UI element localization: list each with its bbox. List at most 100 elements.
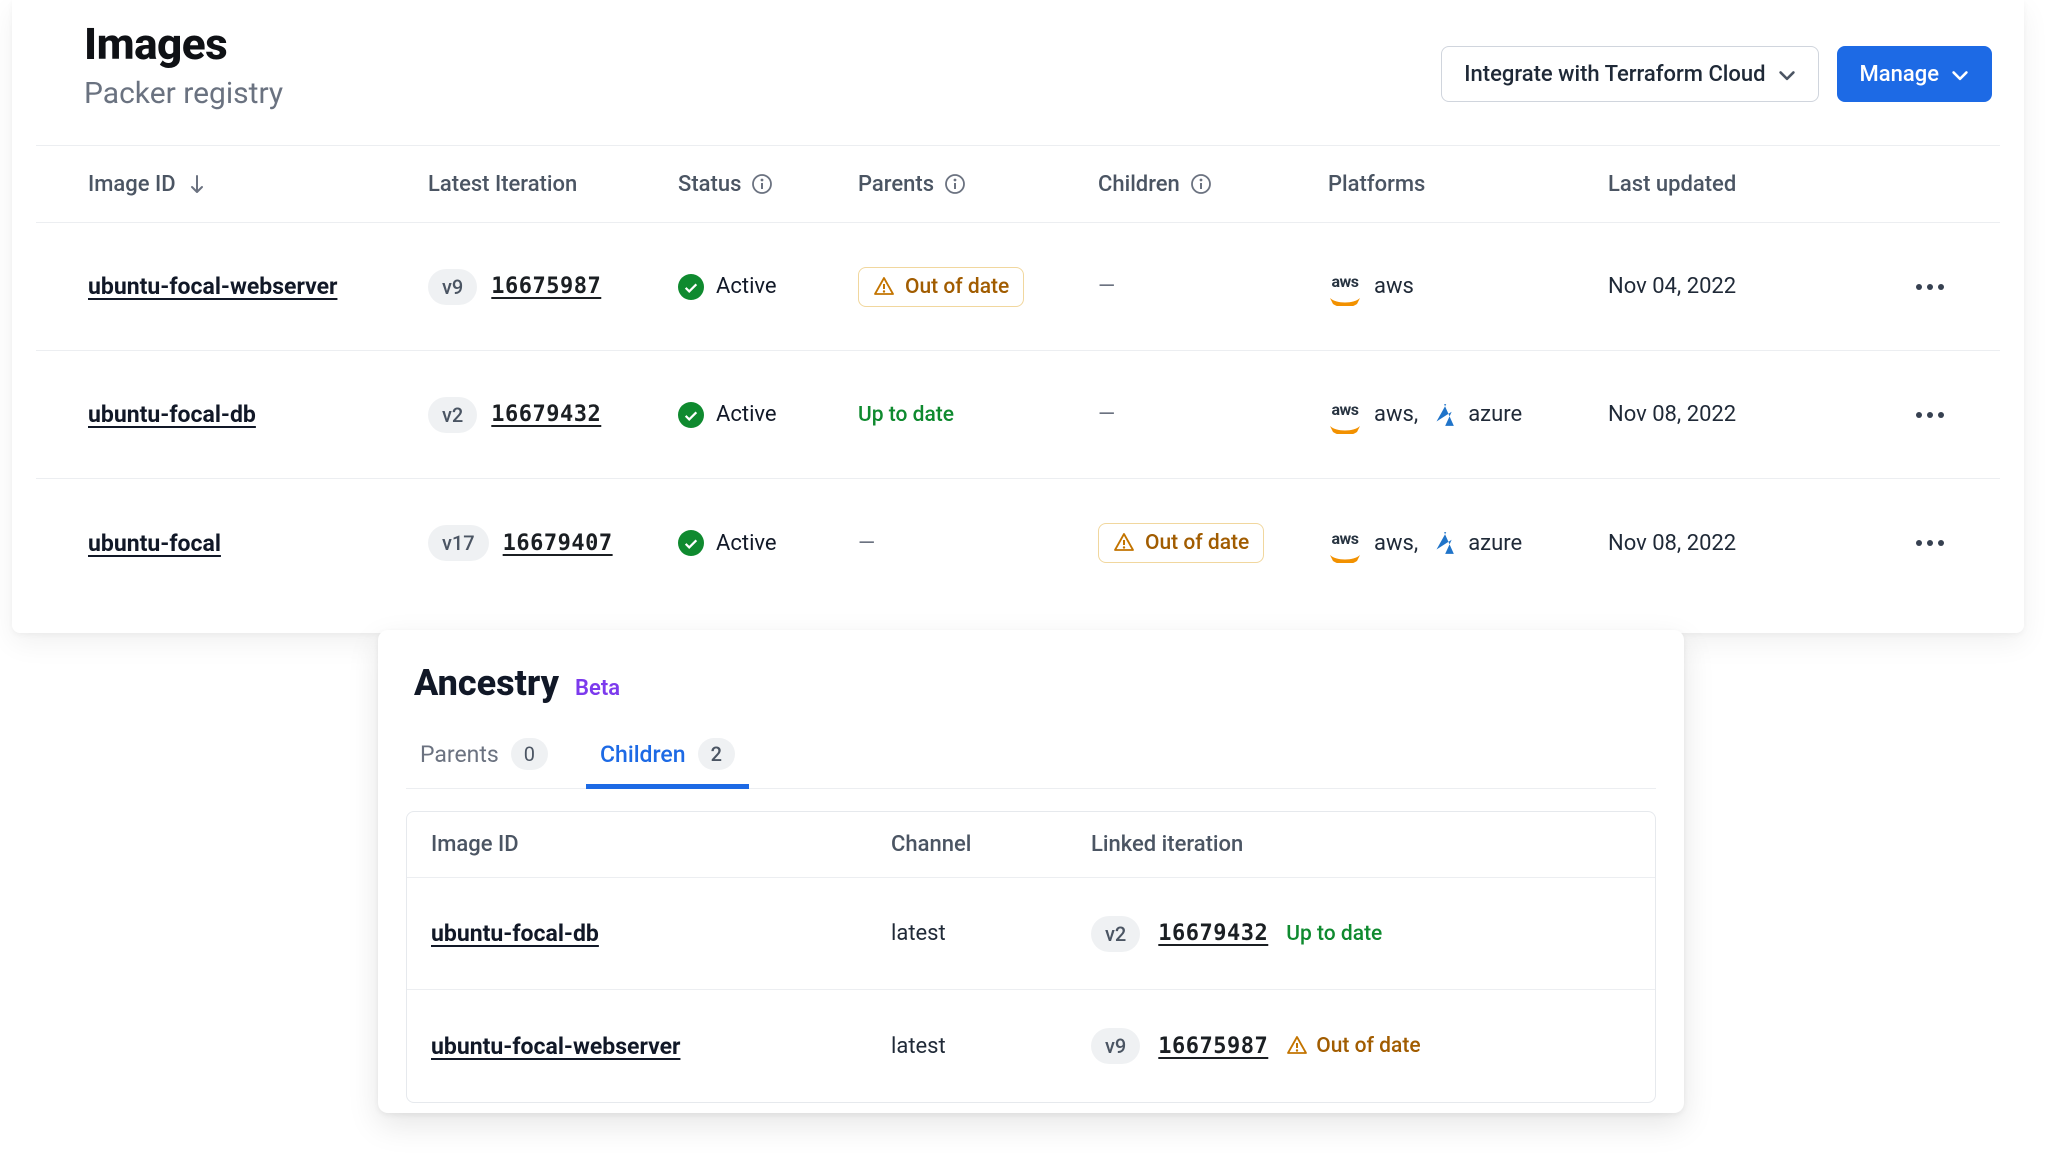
anc-col-linked: Linked iteration — [1091, 832, 1631, 857]
iteration-link[interactable]: 16675987 — [491, 274, 601, 299]
parents-count: 0 — [511, 738, 548, 770]
channel-cell: latest — [891, 921, 1091, 946]
children-cell: — — [1098, 402, 1328, 427]
col-status[interactable]: Status — [678, 172, 858, 197]
check-circle-icon — [678, 274, 704, 300]
row-actions-button[interactable] — [1912, 269, 1948, 305]
ancestry-row: ubuntu-focal-db latest v2 16679432 Up to… — [407, 878, 1655, 990]
info-icon[interactable] — [1190, 173, 1212, 195]
empty-dash: — — [1098, 402, 1115, 427]
alert-triangle-icon — [1286, 1035, 1308, 1057]
iteration-link[interactable]: 16675987 — [1158, 1034, 1268, 1059]
table-row: ubuntu-focal v17 16679407 Active — Out o… — [36, 479, 2000, 607]
out-of-date-badge: Out of date — [858, 267, 1024, 307]
row-actions-button[interactable] — [1912, 525, 1948, 561]
children-cell: — — [1098, 274, 1328, 299]
col-platforms[interactable]: Platforms — [1328, 172, 1608, 197]
col-parents[interactable]: Parents — [858, 172, 1098, 197]
version-pill: v17 — [428, 525, 489, 561]
header-actions: Integrate with Terraform Cloud Manage — [1441, 46, 1992, 102]
parents-cell: — — [858, 531, 1098, 556]
status-cell: Active — [678, 530, 858, 556]
col-children[interactable]: Children — [1098, 172, 1328, 197]
platforms-cell: aws aws — [1328, 274, 1608, 299]
empty-dash: — — [1098, 274, 1115, 299]
last-updated-cell: Nov 08, 2022 — [1608, 531, 1868, 556]
check-circle-icon — [678, 530, 704, 556]
manage-label: Manage — [1860, 62, 1939, 87]
col-image-id[interactable]: Image ID — [88, 172, 428, 197]
aws-icon: aws — [1328, 402, 1362, 427]
last-updated-cell: Nov 04, 2022 — [1608, 274, 1868, 299]
beta-badge: Beta — [575, 676, 620, 701]
ancestry-title: Ancestry — [414, 662, 559, 704]
status-cell: Active — [678, 402, 858, 428]
anc-col-image-id: Image ID — [431, 832, 891, 857]
title-block: Images Packer registry — [84, 18, 283, 111]
col-latest-iteration[interactable]: Latest Iteration — [428, 172, 678, 197]
version-pill: v2 — [428, 397, 477, 433]
col-last-updated[interactable]: Last updated — [1608, 172, 1868, 197]
iteration-link[interactable]: 16679407 — [503, 531, 613, 556]
manage-button[interactable]: Manage — [1837, 46, 1992, 102]
page-header: Images Packer registry Integrate with Te… — [12, 10, 2024, 145]
version-pill: v2 — [1091, 916, 1140, 952]
out-of-date-badge: Out of date — [1098, 523, 1264, 563]
sort-down-icon — [186, 173, 208, 195]
integrate-terraform-label: Integrate with Terraform Cloud — [1464, 62, 1765, 87]
ancestry-row: ubuntu-focal-webserver latest v9 1667598… — [407, 990, 1655, 1102]
channel-cell: latest — [891, 1034, 1091, 1059]
page-title: Images — [84, 18, 283, 70]
iteration-link[interactable]: 16679432 — [491, 402, 601, 427]
parents-cell: Up to date — [858, 402, 1098, 427]
ancestry-card: Ancestry Beta Parents 0 Children 2 Image… — [378, 630, 1684, 1113]
images-panel: Images Packer registry Integrate with Te… — [12, 0, 2024, 633]
azure-icon — [1430, 402, 1456, 428]
ancestry-header: Ancestry Beta — [414, 662, 1648, 704]
version-pill: v9 — [428, 269, 477, 305]
up-to-date-badge: Up to date — [1286, 922, 1382, 946]
aws-icon: aws — [1328, 531, 1362, 556]
tab-parents[interactable]: Parents 0 — [412, 724, 556, 788]
image-id-link[interactable]: ubuntu-focal-db — [431, 920, 599, 947]
alert-triangle-icon — [1113, 532, 1135, 554]
out-of-date-badge: Out of date — [1286, 1034, 1420, 1058]
chevron-down-icon — [1951, 65, 1969, 83]
images-table: Image ID Latest Iteration Status Parents… — [36, 145, 2000, 607]
anc-col-channel: Channel — [891, 832, 1091, 857]
alert-triangle-icon — [873, 276, 895, 298]
ancestry-tabs: Parents 0 Children 2 — [406, 724, 1656, 789]
info-icon[interactable] — [944, 173, 966, 195]
empty-dash: — — [858, 531, 875, 556]
azure-icon — [1430, 530, 1456, 556]
image-id-link[interactable]: ubuntu-focal-db — [88, 401, 256, 428]
integrate-terraform-button[interactable]: Integrate with Terraform Cloud — [1441, 46, 1818, 102]
image-id-link[interactable]: ubuntu-focal-webserver — [88, 273, 337, 300]
children-cell: Out of date — [1098, 523, 1328, 563]
status-cell: Active — [678, 274, 858, 300]
table-row: ubuntu-focal-db v2 16679432 Active Up to… — [36, 351, 2000, 479]
up-to-date-badge: Up to date — [858, 403, 954, 427]
tab-children[interactable]: Children 2 — [592, 724, 743, 788]
iteration-link[interactable]: 16679432 — [1158, 921, 1268, 946]
platforms-cell: aws aws,azure — [1328, 402, 1608, 428]
children-count: 2 — [698, 738, 735, 770]
table-header-row: Image ID Latest Iteration Status Parents… — [36, 145, 2000, 223]
version-pill: v9 — [1091, 1028, 1140, 1064]
linked-iteration-cell: v2 16679432 Up to date — [1091, 916, 1631, 952]
aws-icon: aws — [1328, 274, 1362, 299]
platforms-cell: aws aws,azure — [1328, 530, 1608, 556]
image-id-link[interactable]: ubuntu-focal-webserver — [431, 1033, 680, 1060]
ancestry-table-header: Image ID Channel Linked iteration — [407, 812, 1655, 878]
page-subtitle: Packer registry — [84, 76, 283, 111]
info-icon[interactable] — [751, 173, 773, 195]
parents-cell: Out of date — [858, 267, 1098, 307]
ancestry-table: Image ID Channel Linked iteration ubuntu… — [406, 811, 1656, 1103]
table-row: ubuntu-focal-webserver v9 16675987 Activ… — [36, 223, 2000, 351]
row-actions-button[interactable] — [1912, 397, 1948, 433]
chevron-down-icon — [1778, 65, 1796, 83]
check-circle-icon — [678, 402, 704, 428]
image-id-link[interactable]: ubuntu-focal — [88, 530, 221, 557]
linked-iteration-cell: v9 16675987 Out of date — [1091, 1028, 1631, 1064]
last-updated-cell: Nov 08, 2022 — [1608, 402, 1868, 427]
